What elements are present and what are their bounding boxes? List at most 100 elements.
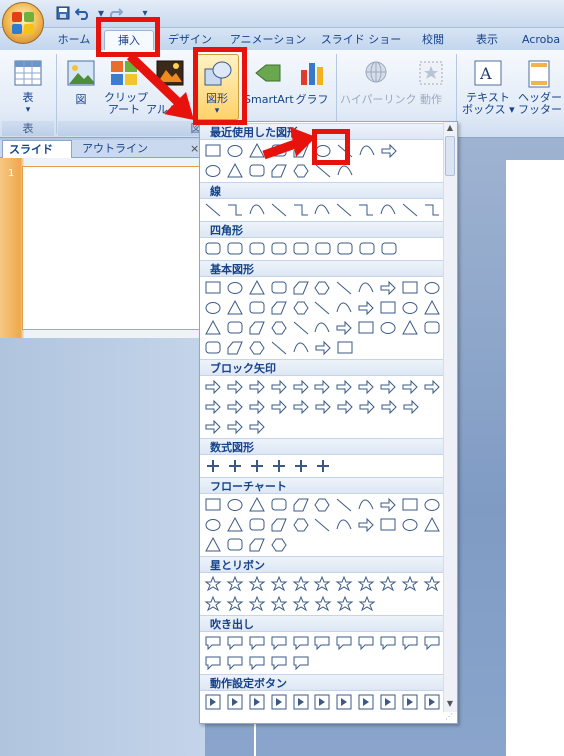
- tab-view[interactable]: 表示: [462, 30, 512, 50]
- shape-item-icon[interactable]: [246, 653, 268, 673]
- shape-item-icon[interactable]: [224, 318, 246, 338]
- shape-item-icon[interactable]: [377, 574, 399, 594]
- textbox-button[interactable]: A テキスト ボックス ▾: [462, 58, 515, 118]
- office-button[interactable]: [2, 2, 44, 44]
- shape-item-icon[interactable]: [268, 515, 290, 535]
- action-button[interactable]: 動作: [414, 58, 448, 114]
- shape-item-icon[interactable]: [400, 397, 422, 417]
- shape-item-icon[interactable]: [333, 515, 355, 535]
- shape-item-icon[interactable]: [246, 574, 268, 594]
- shape-item-icon[interactable]: [355, 692, 377, 712]
- shape-item-icon[interactable]: [421, 495, 443, 515]
- shape-item-icon[interactable]: [421, 200, 443, 220]
- shape-item-icon[interactable]: [268, 633, 290, 653]
- shape-item-icon[interactable]: [290, 338, 312, 358]
- shape-item-icon[interactable]: [290, 377, 312, 397]
- tab-slides[interactable]: スライド: [2, 140, 72, 158]
- shape-item-icon[interactable]: [421, 298, 443, 318]
- shape-item-icon[interactable]: [377, 318, 399, 338]
- shape-item-icon[interactable]: [224, 535, 246, 555]
- shape-item-icon[interactable]: [246, 692, 268, 712]
- table-button[interactable]: 表 ▾: [8, 58, 48, 118]
- shape-item-icon[interactable]: [224, 239, 246, 259]
- shape-item-icon[interactable]: [246, 495, 268, 515]
- smartart-button[interactable]: SmartArt: [244, 58, 294, 114]
- shape-item-icon[interactable]: [202, 239, 224, 259]
- shape-item-icon[interactable]: [377, 692, 399, 712]
- shape-item-icon[interactable]: [246, 338, 268, 358]
- shape-item-icon[interactable]: [399, 692, 421, 712]
- shape-item-icon[interactable]: [202, 278, 224, 298]
- shape-item-icon[interactable]: [399, 377, 421, 397]
- shape-item-icon[interactable]: [268, 653, 290, 673]
- shape-item-icon[interactable]: [202, 653, 224, 673]
- shape-item-icon[interactable]: [377, 298, 399, 318]
- save-icon[interactable]: [54, 4, 72, 22]
- shape-item-icon[interactable]: [421, 574, 443, 594]
- shape-item-icon[interactable]: [355, 200, 377, 220]
- shape-item-icon[interactable]: [334, 594, 356, 614]
- shape-item-icon[interactable]: [290, 298, 312, 318]
- shape-item-icon[interactable]: [421, 278, 443, 298]
- shape-item-icon[interactable]: [312, 239, 334, 259]
- shape-item-icon[interactable]: [202, 377, 224, 397]
- shape-item-icon[interactable]: [202, 318, 224, 338]
- shape-item-icon[interactable]: [268, 574, 290, 594]
- shape-item-icon[interactable]: [290, 200, 312, 220]
- scroll-thumb[interactable]: [445, 136, 455, 176]
- shape-item-icon[interactable]: [356, 141, 378, 161]
- shape-item-icon[interactable]: [312, 515, 334, 535]
- shape-item-icon[interactable]: [333, 200, 355, 220]
- tab-outline[interactable]: アウトライン: [76, 140, 150, 158]
- shape-item-icon[interactable]: [333, 318, 355, 338]
- resize-grip-icon[interactable]: ⋰: [445, 712, 457, 722]
- shape-item-icon[interactable]: [224, 574, 246, 594]
- shape-item-icon[interactable]: [224, 161, 246, 181]
- shape-item-icon[interactable]: [421, 692, 443, 712]
- shape-item-icon[interactable]: [312, 633, 334, 653]
- shape-item-icon[interactable]: [290, 456, 312, 476]
- shape-item-icon[interactable]: [355, 633, 377, 653]
- shape-item-icon[interactable]: [290, 278, 312, 298]
- shape-item-icon[interactable]: [268, 318, 290, 338]
- shape-item-icon[interactable]: [224, 417, 246, 437]
- shape-item-icon[interactable]: [246, 239, 268, 259]
- shape-item-icon[interactable]: [399, 515, 421, 535]
- shape-item-icon[interactable]: [312, 594, 334, 614]
- tab-review[interactable]: 校閲: [412, 30, 454, 50]
- shape-item-icon[interactable]: [334, 239, 356, 259]
- shape-item-icon[interactable]: [268, 298, 290, 318]
- shape-item-icon[interactable]: [399, 278, 421, 298]
- shape-item-icon[interactable]: [355, 278, 377, 298]
- shape-item-icon[interactable]: [399, 574, 421, 594]
- gallery-scrollbar[interactable]: [443, 122, 457, 712]
- shape-item-icon[interactable]: [421, 377, 443, 397]
- shape-item-icon[interactable]: [377, 495, 399, 515]
- shape-item-icon[interactable]: [268, 692, 290, 712]
- shape-item-icon[interactable]: [356, 239, 378, 259]
- shape-item-icon[interactable]: [333, 692, 355, 712]
- shape-item-icon[interactable]: [377, 278, 399, 298]
- shape-item-icon[interactable]: [312, 495, 334, 515]
- shape-item-icon[interactable]: [312, 397, 334, 417]
- shape-item-icon[interactable]: [377, 200, 399, 220]
- shape-item-icon[interactable]: [202, 200, 224, 220]
- hyperlink-button[interactable]: ハイパーリンク: [340, 58, 417, 114]
- shape-item-icon[interactable]: [421, 318, 443, 338]
- shape-item-icon[interactable]: [421, 515, 443, 535]
- shape-item-icon[interactable]: [202, 298, 224, 318]
- shape-item-icon[interactable]: [399, 633, 421, 653]
- shape-item-icon[interactable]: [312, 574, 334, 594]
- shape-item-icon[interactable]: [202, 161, 224, 181]
- shape-item-icon[interactable]: [268, 456, 290, 476]
- shape-item-icon[interactable]: [290, 495, 312, 515]
- shape-item-icon[interactable]: [356, 594, 378, 614]
- shape-item-icon[interactable]: [246, 200, 268, 220]
- shape-item-icon[interactable]: [224, 594, 246, 614]
- slide-thumbnail[interactable]: [22, 166, 202, 330]
- shape-item-icon[interactable]: [290, 515, 312, 535]
- shape-item-icon[interactable]: [312, 456, 334, 476]
- picture-button[interactable]: 図: [64, 58, 98, 114]
- shape-item-icon[interactable]: [202, 574, 224, 594]
- shape-item-icon[interactable]: [356, 397, 378, 417]
